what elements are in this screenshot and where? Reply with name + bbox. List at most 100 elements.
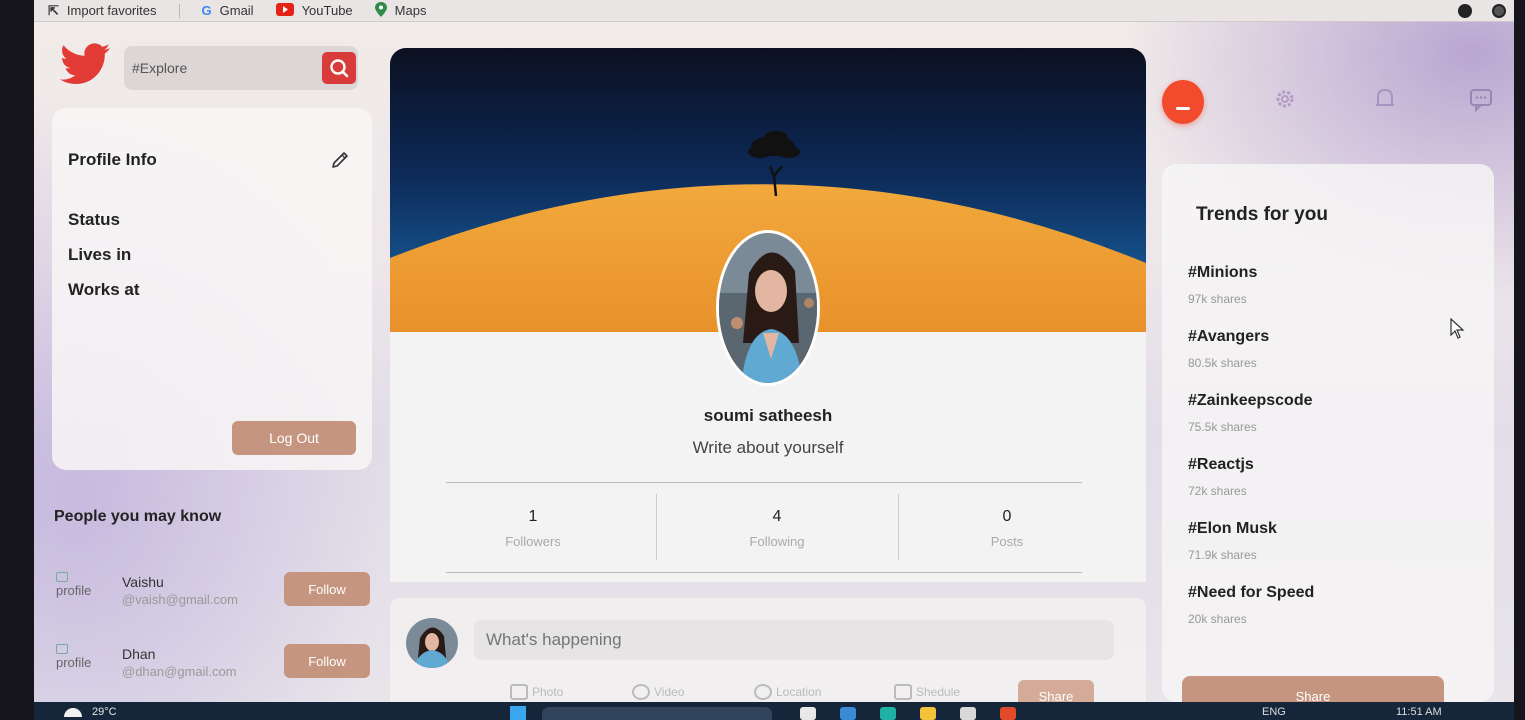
app-icon[interactable]: [960, 707, 976, 720]
twitter-logo-icon[interactable]: [60, 42, 110, 86]
follow-button[interactable]: Follow: [284, 572, 370, 606]
bookmark-label: Gmail: [219, 3, 254, 18]
followers-stat[interactable]: 1 Followers: [433, 508, 633, 549]
stats-divider-top: [446, 482, 1082, 483]
profile-dot-icon[interactable]: [1458, 4, 1472, 18]
profile-avatar[interactable]: [716, 230, 820, 386]
language-indicator[interactable]: ENG: [1262, 706, 1286, 718]
posts-label: Posts: [990, 534, 1024, 549]
trend-item[interactable]: #Zainkeepscode 75.5k shares: [1188, 392, 1313, 434]
windows-taskbar: 29°C ENG 11:51 AM: [34, 702, 1514, 720]
search-input[interactable]: [132, 60, 312, 76]
photo-option[interactable]: Photo: [510, 684, 563, 700]
import-icon: ⇱: [48, 2, 59, 18]
trend-shares: 71.9k shares: [1188, 548, 1257, 562]
share-post-button[interactable]: Share: [1018, 680, 1094, 702]
logout-button[interactable]: Log Out: [232, 421, 356, 455]
person-name: Vaishu: [122, 574, 164, 590]
trend-item[interactable]: #Need for Speed 20k shares: [1188, 584, 1314, 626]
extension-icon[interactable]: [1492, 4, 1506, 18]
profile-image: profile: [56, 572, 91, 597]
trend-item[interactable]: #Reactjs 72k shares: [1188, 456, 1254, 498]
following-count: 4: [772, 508, 782, 525]
broken-image-icon: [56, 572, 68, 582]
calendar-icon: [894, 684, 912, 700]
search-bar: [124, 46, 358, 90]
bookmark-import-favorites[interactable]: ⇱ Import favorites: [48, 3, 157, 19]
play-circle-icon: [632, 684, 650, 700]
status-label: Status: [68, 210, 120, 229]
followers-label: Followers: [505, 534, 561, 549]
trends-title: Trends for you: [1196, 204, 1328, 225]
bookmark-label: Import favorites: [66, 3, 157, 18]
broken-image-icon: [56, 644, 68, 654]
profile-image-alt: profile: [56, 655, 92, 670]
trend-tag: #Minions: [1188, 264, 1258, 281]
trend-item[interactable]: #Minions 97k shares: [1188, 264, 1257, 306]
posts-stat[interactable]: 0 Posts: [907, 508, 1107, 549]
bookmarks-bar: ⇱ Import favorites G Gmail YouTube Maps: [34, 0, 1514, 22]
location-label: Location: [776, 685, 822, 699]
app-icon[interactable]: [1000, 707, 1016, 720]
edit-pencil-icon[interactable]: [330, 150, 350, 175]
trends-share-button[interactable]: Share: [1182, 676, 1444, 702]
follow-button[interactable]: Follow: [284, 644, 370, 678]
taskbar-search[interactable]: [542, 707, 772, 720]
person-name: Dhan: [122, 646, 156, 662]
whats-happening-input[interactable]: [474, 620, 1114, 660]
trend-shares: 97k shares: [1188, 292, 1247, 306]
profile-image-alt: profile: [56, 583, 92, 598]
task-view-icon[interactable]: [800, 707, 816, 720]
home-icon[interactable]: [1162, 80, 1204, 124]
trend-shares: 20k shares: [1188, 612, 1247, 626]
following-label: Following: [749, 534, 805, 549]
trends-card: Trends for you #Minions 97k shares #Avan…: [1162, 164, 1494, 702]
suggested-person-dhan: profile Dhan @dhan@gmail.com Follow: [52, 644, 372, 688]
bookmark-maps[interactable]: Maps: [374, 1, 427, 20]
schedule-option[interactable]: Shedule: [894, 684, 960, 700]
trend-item[interactable]: #Elon Musk 71.9k shares: [1188, 520, 1277, 562]
posts-count: 0: [1002, 508, 1012, 525]
location-icon: [754, 684, 772, 700]
browser-controls: [1458, 0, 1506, 22]
mouse-cursor-icon: [1450, 317, 1466, 345]
search-button[interactable]: [322, 52, 356, 84]
comment-icon[interactable]: [1468, 86, 1494, 113]
trend-tag: #Avangers: [1188, 328, 1270, 345]
weather-widget[interactable]: 29°C: [64, 706, 117, 718]
clock[interactable]: 11:51 AM: [1396, 706, 1442, 718]
location-option[interactable]: Location: [754, 684, 821, 700]
profile-bio[interactable]: Write about yourself: [390, 438, 1146, 458]
screen-bezel-right: [1514, 0, 1525, 720]
user-avatar-small: [406, 618, 458, 668]
works-at-label: Works at: [68, 280, 140, 299]
bell-icon[interactable]: [1372, 86, 1398, 112]
social-app: Profile Info Status Lives in Works at Lo…: [34, 22, 1514, 702]
bookmark-label: Maps: [394, 3, 427, 18]
temperature: 29°C: [92, 706, 117, 718]
person-email: @vaish@gmail.com: [122, 592, 238, 607]
profile-info-title: Profile Info: [68, 150, 157, 169]
windows-start-icon[interactable]: [510, 706, 526, 720]
edge-icon[interactable]: [880, 707, 896, 720]
trend-shares: 80.5k shares: [1188, 356, 1257, 370]
trend-tag: #Elon Musk: [1188, 520, 1277, 537]
video-option[interactable]: Video: [632, 684, 684, 700]
trend-tag: #Reactjs: [1188, 456, 1254, 473]
folder-icon[interactable]: [920, 707, 936, 720]
youtube-icon: [275, 2, 294, 19]
bookmark-gmail[interactable]: G Gmail: [202, 3, 254, 18]
person-email: @dhan@gmail.com: [122, 664, 237, 679]
lives-in-label: Lives in: [68, 245, 132, 264]
followers-count: 1: [528, 508, 538, 525]
following-stat[interactable]: 4 Following: [677, 508, 877, 549]
google-icon: G: [201, 3, 212, 18]
photo-label: Photo: [532, 685, 564, 699]
settings-icon[interactable]: [1272, 86, 1298, 112]
trend-item[interactable]: #Avangers 80.5k shares: [1188, 328, 1269, 370]
app-icon[interactable]: [840, 707, 856, 720]
bookmark-youtube[interactable]: YouTube: [275, 2, 353, 19]
trend-tag: #Need for Speed: [1188, 584, 1315, 601]
suggested-person-vaishu: profile Vaishu @vaish@gmail.com Follow: [52, 572, 372, 616]
profile-info-card: Profile Info Status Lives in Works at Lo…: [52, 108, 372, 470]
